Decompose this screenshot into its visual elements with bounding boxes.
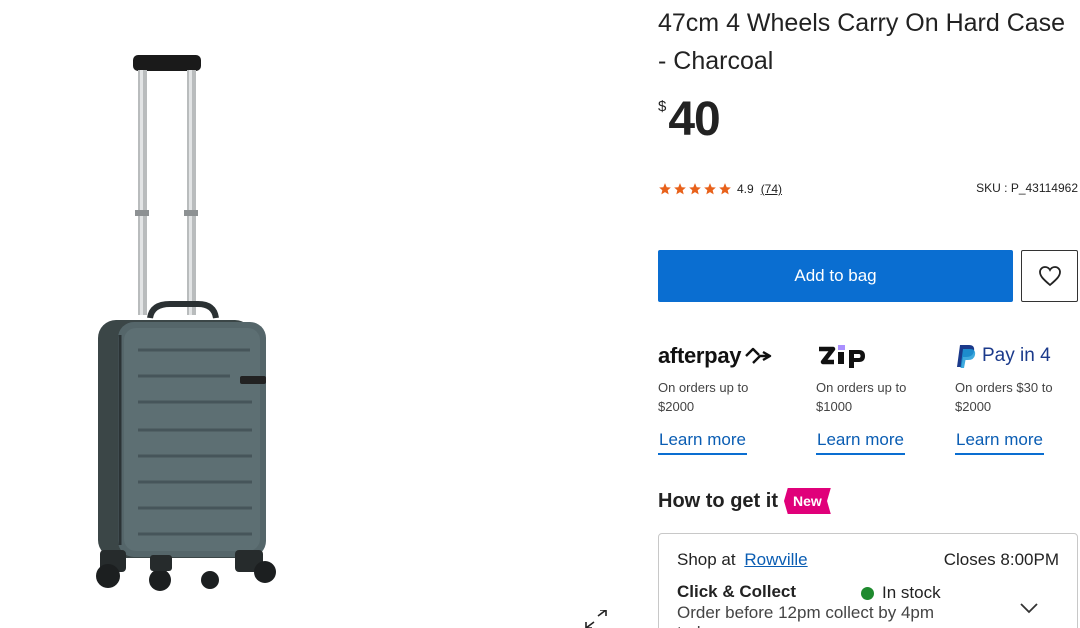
stock-status: In stock [861, 583, 941, 603]
in-stock-dot-icon [861, 586, 874, 600]
order-cutoff-note: Order before 12pm collect by 4pm today [677, 603, 935, 628]
product-image-area [0, 0, 620, 628]
afterpay-learn-more-link[interactable]: Learn more [658, 430, 747, 455]
afterpay-arrows-icon [745, 347, 772, 364]
price-amount: 40 [668, 93, 720, 146]
paypal-logo: Pay in 4 [955, 340, 1080, 372]
afterpay-option: afterpay On orders up to $2000 Learn mor… [658, 340, 798, 455]
store-name-link[interactable]: Rowville [744, 550, 807, 569]
star-icon [704, 183, 716, 195]
afterpay-note: On orders up to $2000 [658, 380, 749, 414]
new-badge: New [783, 488, 831, 514]
heart-icon [1038, 266, 1061, 287]
zip-note: On orders up to $1000 [816, 380, 907, 414]
product-title: 47cm 4 Wheels Carry On Hard Case - Charc… [658, 9, 1066, 75]
product-info-panel: 47cm 4 Wheels Carry On Hard Case - Charc… [658, 0, 1080, 628]
store-closing-time: Closes 8:00PM [943, 550, 1059, 569]
how-to-get-it-title: How to get it [658, 489, 778, 512]
afterpay-logo: afterpay [658, 340, 798, 372]
sku-label: SKU : P_43114962 [976, 181, 1078, 195]
shop-at-label: Shop at [677, 550, 736, 569]
how-to-get-it-heading: How to get it New [658, 488, 831, 514]
zip-option: zip On orders up to $1000 Learn more [816, 340, 956, 455]
rating-value: 4.9 [737, 182, 754, 196]
click-collect-title: Click & Collect [677, 582, 797, 601]
shop-at-row: Shop at Rowville [677, 550, 808, 570]
zip-learn-more-link[interactable]: Learn more [816, 430, 905, 455]
paypal-option: Pay in 4 On orders $30 to $2000 Learn mo… [955, 340, 1080, 455]
star-rating [658, 182, 732, 196]
zip-logo-icon [819, 345, 865, 368]
paypal-icon [957, 345, 976, 368]
paypal-learn-more-link[interactable]: Learn more [955, 430, 1044, 455]
wishlist-button[interactable] [1021, 250, 1078, 302]
star-icon [659, 183, 671, 195]
zip-logo: zip [816, 340, 956, 372]
paypal-note: On orders $30 to $2000 [955, 380, 1053, 414]
star-icon [674, 183, 686, 195]
star-icon [689, 183, 701, 195]
charcoal-suitcase-image[interactable] [80, 50, 300, 610]
store-fulfilment-card: Shop at Rowville Closes 8:00PM Click & C… [658, 533, 1078, 628]
add-to-bag-button[interactable]: Add to bag [658, 250, 1013, 302]
product-price: $ 40 [658, 93, 721, 146]
price-currency: $ [658, 98, 667, 115]
star-icon [719, 183, 731, 195]
expand-icon[interactable] [584, 610, 608, 628]
review-count-link[interactable]: (74) [761, 182, 782, 196]
rating-row: 4.9 (74) SKU : P_43114962 [658, 180, 1078, 198]
chevron-down-icon[interactable] [1017, 596, 1041, 620]
